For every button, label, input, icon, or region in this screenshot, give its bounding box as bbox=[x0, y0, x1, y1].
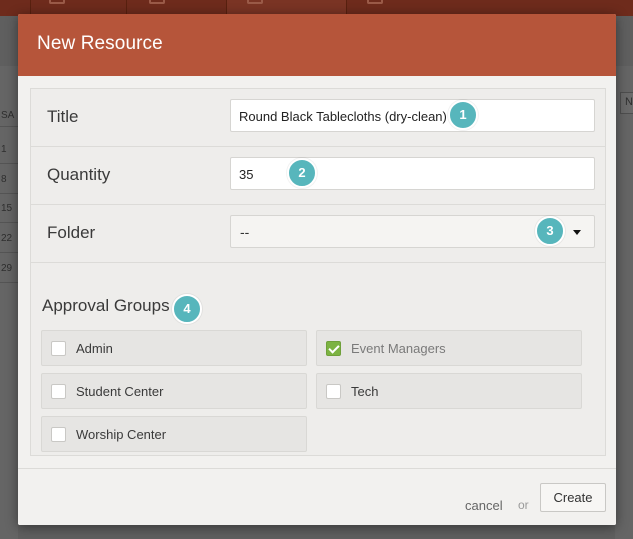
callout-badge-3: 3 bbox=[535, 216, 565, 246]
title-label: Title bbox=[47, 107, 79, 126]
callout-badge-4: 4 bbox=[172, 294, 202, 324]
or-separator: or bbox=[518, 498, 529, 512]
folder-row: Folder -- 3 bbox=[31, 205, 605, 263]
background-day-gutter: SA 1 8 15 22 29 bbox=[0, 66, 18, 539]
background-right-strip bbox=[615, 66, 633, 539]
approval-group-label: Student Center bbox=[76, 384, 164, 399]
create-button[interactable]: Create bbox=[540, 483, 606, 512]
approval-group-label: Worship Center bbox=[76, 427, 167, 442]
dialog-title: New Resource bbox=[37, 33, 163, 54]
checkbox-unchecked[interactable] bbox=[51, 384, 66, 399]
gutter-day-header: SA bbox=[1, 110, 15, 121]
folder-selected-value: -- bbox=[240, 224, 250, 240]
approval-group-event-managers[interactable]: Event Managers bbox=[316, 330, 582, 366]
background-tab-icon bbox=[49, 0, 65, 4]
background-right-cell: N bbox=[620, 92, 633, 114]
approval-group-label: Admin bbox=[76, 341, 113, 356]
approval-group-label: Tech bbox=[351, 384, 379, 399]
checkbox-unchecked[interactable] bbox=[326, 384, 341, 399]
gutter-date: 1 bbox=[1, 144, 7, 155]
callout-badge-2: 2 bbox=[287, 158, 317, 188]
checkbox-unchecked[interactable] bbox=[51, 341, 66, 356]
gutter-date: 22 bbox=[1, 233, 13, 244]
gutter-divider bbox=[0, 222, 18, 223]
title-row: Title Round Black Tablecloths (dry-clean… bbox=[31, 89, 605, 147]
gutter-divider bbox=[0, 126, 18, 127]
approval-groups-heading: Approval Groups bbox=[42, 296, 170, 315]
quantity-label: Quantity bbox=[47, 165, 111, 184]
gutter-divider bbox=[0, 193, 18, 194]
background-tab-icon bbox=[367, 0, 383, 4]
caret-down-icon bbox=[573, 230, 581, 235]
cancel-link[interactable]: cancel bbox=[465, 498, 503, 513]
callout-badge-1: 1 bbox=[448, 100, 478, 130]
gutter-divider bbox=[0, 163, 18, 164]
background-tab-icon bbox=[247, 0, 263, 4]
resource-form: Title Round Black Tablecloths (dry-clean… bbox=[30, 88, 606, 456]
checkbox-checked-icon[interactable] bbox=[326, 341, 341, 356]
folder-label: Folder bbox=[47, 223, 96, 242]
approval-group-worship-center[interactable]: Worship Center bbox=[41, 416, 307, 452]
background-right-cell-label: N bbox=[625, 96, 633, 108]
background-tab-icon bbox=[149, 0, 165, 4]
gutter-date: 8 bbox=[1, 174, 7, 185]
approval-group-label: Event Managers bbox=[351, 341, 446, 356]
dialog-footer: cancel or Create bbox=[18, 468, 616, 525]
approval-group-student-center[interactable]: Student Center bbox=[41, 373, 307, 409]
dialog-header: New Resource bbox=[18, 14, 616, 76]
gutter-divider bbox=[0, 282, 18, 283]
title-input[interactable]: Round Black Tablecloths (dry-clean) bbox=[230, 99, 595, 132]
quantity-row: Quantity 35 2 bbox=[31, 147, 605, 205]
gutter-date: 29 bbox=[1, 263, 13, 274]
approval-group-tech[interactable]: Tech bbox=[316, 373, 582, 409]
approval-group-admin[interactable]: Admin bbox=[41, 330, 307, 366]
gutter-date: 15 bbox=[1, 203, 13, 214]
checkbox-unchecked[interactable] bbox=[51, 427, 66, 442]
quantity-input[interactable]: 35 bbox=[230, 157, 595, 190]
gutter-divider bbox=[0, 252, 18, 253]
new-resource-dialog: New Resource Title Round Black Tableclot… bbox=[18, 14, 616, 525]
